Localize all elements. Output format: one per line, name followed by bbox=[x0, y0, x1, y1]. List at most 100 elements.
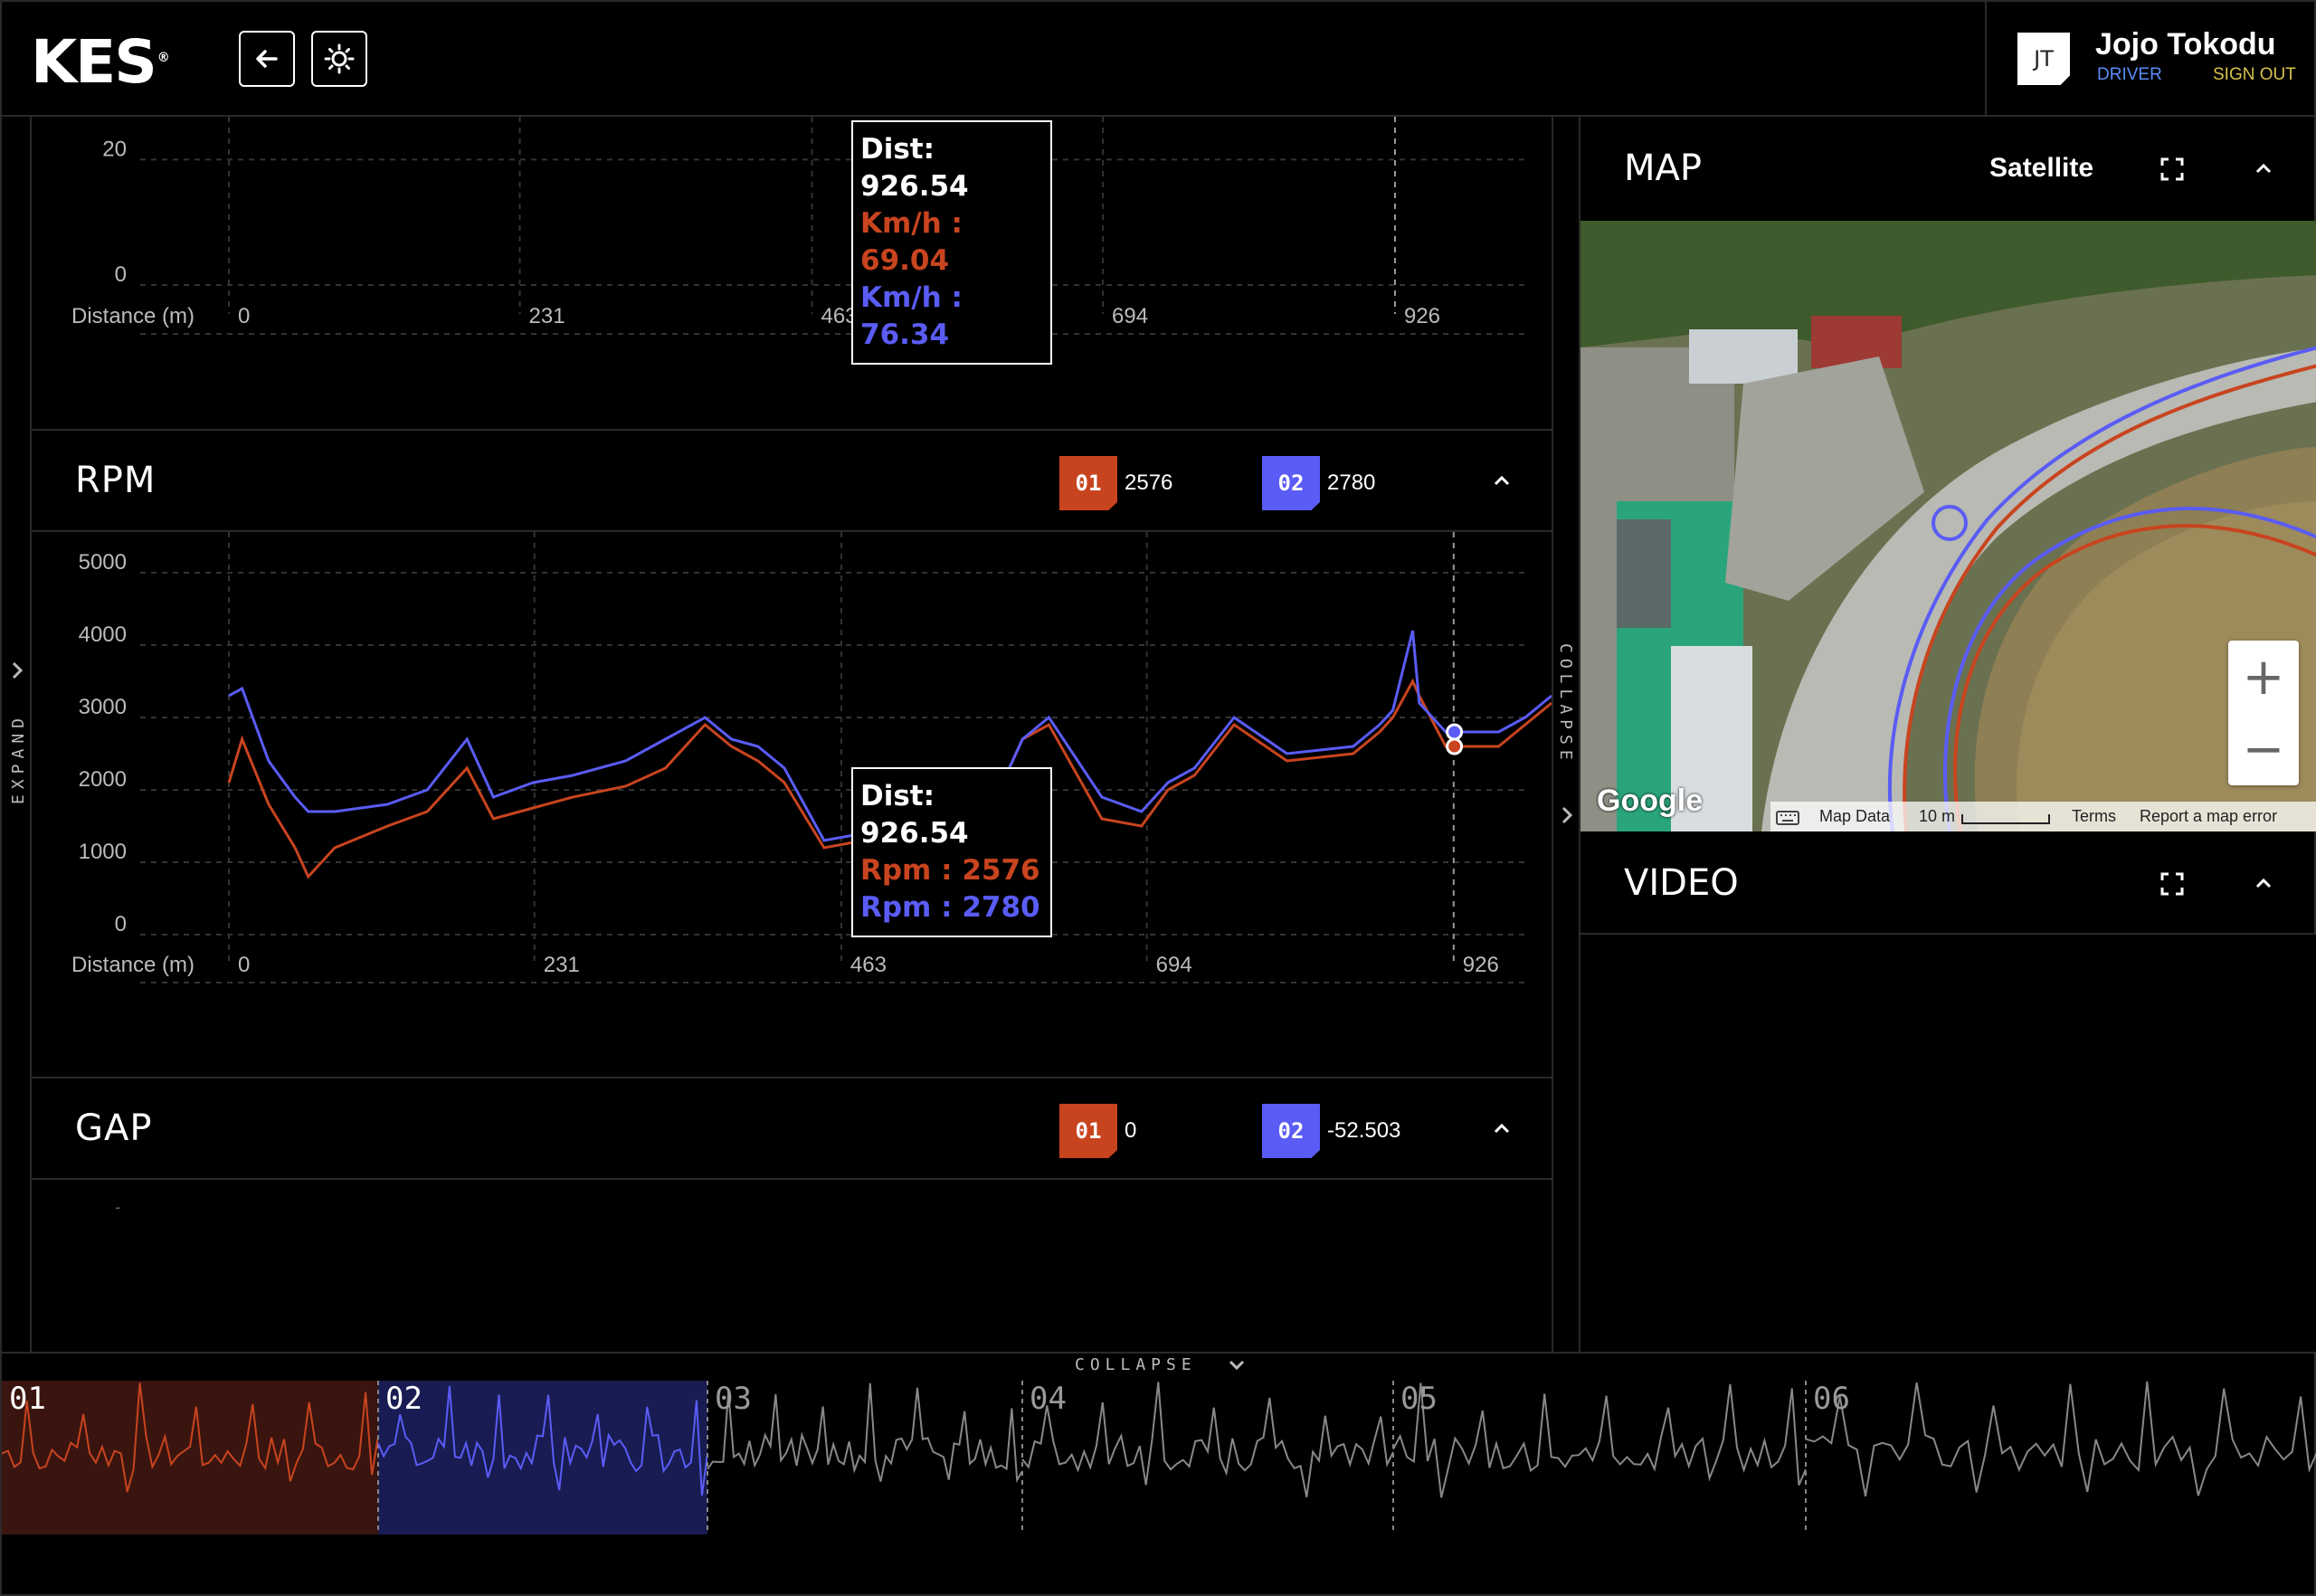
lap-label[interactable]: 04 bbox=[1030, 1381, 1067, 1417]
kes-logo[interactable]: KES ® bbox=[31, 27, 170, 97]
map-imagery bbox=[1580, 221, 2316, 831]
lap-trace-06 bbox=[1805, 1381, 2316, 1496]
terms-link[interactable]: Terms bbox=[2072, 807, 2116, 826]
tooltip-lap2-value: Km/h : 76.34 bbox=[860, 281, 963, 351]
lap-thumb-bg bbox=[378, 1381, 707, 1534]
lap1-badge: 01 bbox=[1059, 456, 1117, 510]
map-panel-header: MAP Satellite bbox=[1580, 117, 2316, 220]
collapse-side-strip[interactable]: COLLAPSE bbox=[1552, 117, 1580, 1352]
map-scale-label: 10 m bbox=[1919, 807, 1956, 825]
speed-chart: 20 0 0 231 463 694 926 Distance (m) Dist: 926.5… bbox=[32, 0, 1552, 429]
y-tick-label: 20 bbox=[102, 137, 127, 161]
x-tick-label: 0 bbox=[238, 953, 250, 977]
video-player[interactable] bbox=[1580, 935, 2316, 1352]
y-tick-label: 2000 bbox=[79, 767, 127, 792]
rpm-panel-header: RPM 01 2576 02 2780 bbox=[32, 429, 1552, 532]
y-tick-label: 1000 bbox=[79, 840, 127, 864]
x-tick-label: 463 bbox=[850, 953, 887, 977]
tooltip-lap1-value: Rpm : 2576 bbox=[860, 854, 1040, 887]
x-tick-label: 231 bbox=[544, 953, 580, 977]
map-attribution-bar: Map Data 10 m Terms Report a map error bbox=[1770, 802, 2316, 831]
rpm-title: RPM bbox=[75, 460, 157, 501]
chevron-right-icon bbox=[12, 661, 24, 679]
x-axis-label: Distance (m) bbox=[71, 304, 195, 328]
speed-tooltip: Dist: 926.54 Km/h : 69.04 Km/h : 76.34 bbox=[851, 120, 1052, 365]
chevron-up-icon[interactable] bbox=[2250, 869, 2277, 897]
lap-label[interactable]: 02 bbox=[385, 1381, 422, 1417]
lap2-badge: 02 bbox=[1262, 1104, 1320, 1158]
telemetry-app: KES ® JT Jojo Tokodu DRIVER SIGN OUT EXP… bbox=[0, 0, 2316, 1596]
lap1-badge: 01 bbox=[1059, 1104, 1117, 1158]
x-tick-label: 926 bbox=[1404, 304, 1440, 328]
keyboard-icon[interactable] bbox=[1776, 811, 1799, 825]
theme-toggle-button[interactable] bbox=[311, 31, 367, 87]
chevron-up-icon[interactable] bbox=[2250, 155, 2277, 182]
map-title: MAP bbox=[1624, 147, 1702, 189]
rpm-chart: 5000 4000 3000 2000 1000 0 0 231 463 694 926 Distan… bbox=[32, 532, 1552, 1077]
sun-icon bbox=[324, 43, 355, 74]
video-title: VIDEO bbox=[1624, 862, 1739, 904]
map-data-link[interactable]: Map Data bbox=[1819, 807, 1890, 826]
map-zoom-control: + − bbox=[2228, 641, 2299, 785]
y-tick-label: 0 bbox=[115, 262, 127, 287]
lap-label[interactable]: 03 bbox=[715, 1381, 752, 1417]
lap2-rpm-value: 2780 bbox=[1327, 470, 1376, 495]
gap-panel-header: GAP 01 0 02 -52.503 bbox=[32, 1077, 1552, 1180]
lap-label[interactable]: 06 bbox=[1813, 1381, 1850, 1417]
lap1-rpm-value: 2576 bbox=[1125, 470, 1173, 495]
x-axis-label: Distance (m) bbox=[71, 953, 195, 977]
lap-thumb-bg bbox=[2, 1381, 378, 1534]
lap-trace-05 bbox=[1392, 1382, 1807, 1498]
map-scale-bar bbox=[1961, 814, 2050, 824]
chevron-right-icon bbox=[1561, 806, 1573, 824]
x-tick-label: 694 bbox=[1156, 953, 1192, 977]
x-tick-label: 231 bbox=[529, 304, 565, 328]
user-role: DRIVER bbox=[2097, 65, 2162, 84]
sign-out-link[interactable]: SIGN OUT bbox=[2213, 65, 2296, 85]
tooltip-lap2-value: Rpm : 2780 bbox=[860, 891, 1040, 924]
video-panel-header: VIDEO bbox=[1580, 831, 2316, 935]
zoom-out-button[interactable]: − bbox=[2228, 713, 2299, 785]
user-name: Jojo Tokodu bbox=[2095, 27, 2276, 62]
speed-chart-svg: 2000 231 463 694 926Distance (m) bbox=[71, 0, 1524, 335]
y-tick-label: 4000 bbox=[79, 622, 127, 647]
cursor-point-02 bbox=[1446, 723, 1464, 741]
tooltip-lap1-value: Km/h : 69.04 bbox=[860, 207, 963, 277]
lap2-badge: 02 bbox=[1262, 456, 1320, 510]
y-tick-label: 3000 bbox=[79, 695, 127, 719]
satellite-map[interactable]: Google + − Map Data 10 m Terms Report a … bbox=[1580, 221, 2316, 831]
map-layer-toggle[interactable]: Satellite bbox=[1989, 153, 2093, 184]
user-area: JT Jojo Tokodu DRIVER SIGN OUT bbox=[1985, 2, 2316, 117]
lap1-gap-value: 0 bbox=[1125, 1118, 1137, 1143]
lap-label[interactable]: 01 bbox=[9, 1381, 46, 1417]
x-tick-label: 926 bbox=[1463, 953, 1499, 977]
expand-strip[interactable]: EXPAND bbox=[2, 117, 32, 1352]
y-tick-label: 5000 bbox=[79, 550, 127, 575]
chevron-up-icon[interactable] bbox=[1488, 467, 1515, 494]
tooltip-distance: Dist: 926.54 bbox=[860, 780, 969, 850]
collapse-bottom-label[interactable]: COLLAPSE bbox=[1075, 1355, 1197, 1374]
zoom-in-button[interactable]: + bbox=[2228, 641, 2299, 713]
lap-strip: COLLAPSE 01 02 03 04 05 06 bbox=[2, 1352, 2316, 1596]
report-map-error-link[interactable]: Report a map error bbox=[2140, 807, 2277, 826]
gap-chart: - bbox=[32, 1180, 1552, 1352]
gap-tick: - bbox=[115, 1198, 121, 1217]
chevron-down-icon[interactable] bbox=[1227, 1357, 1247, 1373]
tooltip-distance: Dist: 926.54 bbox=[860, 133, 969, 203]
chevron-up-icon[interactable] bbox=[1488, 1115, 1515, 1142]
lap2-gap-value: -52.503 bbox=[1327, 1118, 1401, 1143]
lap-thumbnails[interactable] bbox=[2, 1381, 2316, 1596]
fullscreen-icon[interactable] bbox=[2159, 157, 2185, 182]
back-button[interactable] bbox=[239, 31, 295, 87]
cursor-point-01 bbox=[1446, 737, 1464, 755]
lap-label[interactable]: 05 bbox=[1400, 1381, 1438, 1417]
avatar[interactable]: JT bbox=[2017, 33, 2070, 85]
lap-trace-04 bbox=[1021, 1382, 1394, 1497]
gap-title: GAP bbox=[75, 1107, 153, 1149]
x-tick-label: 0 bbox=[238, 304, 250, 328]
expand-label: EXPAND bbox=[9, 712, 28, 804]
fullscreen-icon[interactable] bbox=[2159, 871, 2185, 897]
x-tick-label: 694 bbox=[1112, 304, 1148, 328]
rpm-tooltip: Dist: 926.54 Rpm : 2576 Rpm : 2780 bbox=[851, 767, 1052, 937]
lap-trace-03 bbox=[707, 1382, 1023, 1484]
